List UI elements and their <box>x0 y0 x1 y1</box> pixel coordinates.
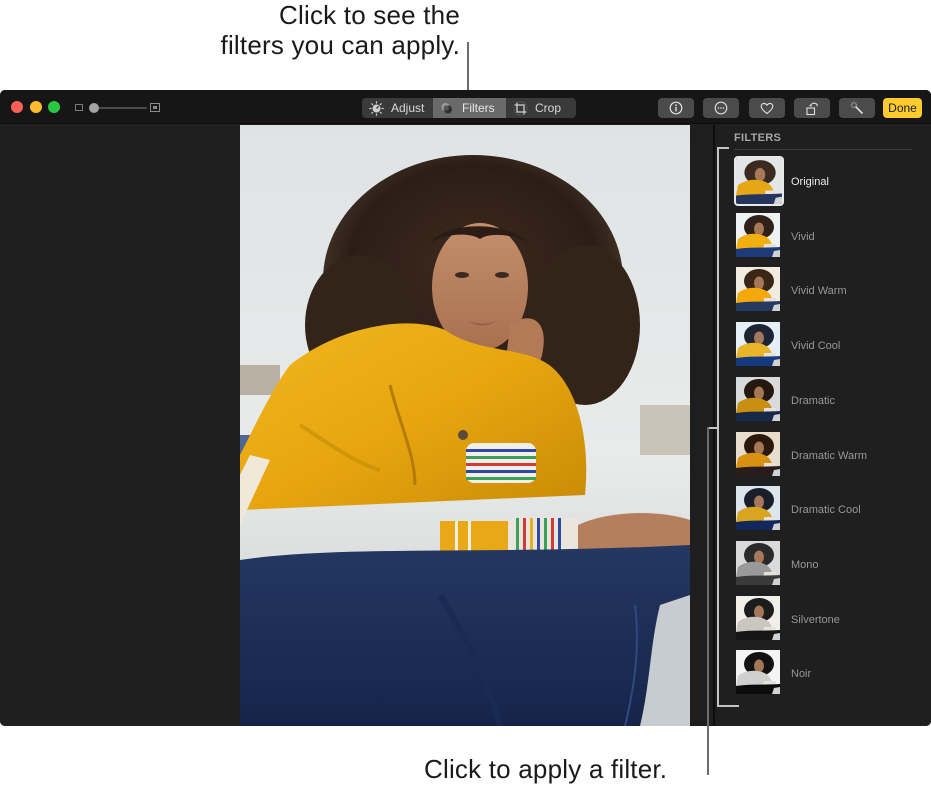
filter-option-label: Dramatic Warm <box>791 449 867 462</box>
filter-thumbnail <box>736 267 780 312</box>
callout-apply-filter: Click to apply a filter. <box>424 754 668 784</box>
rotate-icon <box>806 102 818 115</box>
photo-canvas <box>0 125 690 726</box>
edit-mode-segmented-control: Adjust Filters Crop <box>362 98 576 118</box>
filter-option-label: Vivid <box>791 230 815 243</box>
filter-thumbnail <box>736 486 780 531</box>
callout-top-line-1: Click to see the <box>279 0 460 30</box>
filter-option-label: Dramatic <box>791 394 836 407</box>
photos-edit-window: Adjust Filters Crop Done FILTERS Origina… <box>0 90 931 726</box>
info-button[interactable] <box>658 98 694 118</box>
tab-adjust[interactable]: Adjust <box>362 98 433 118</box>
filters-sidebar: FILTERS Original Vivid Vivid Warm Vivid Coo… <box>715 125 931 726</box>
filter-option-label: Vivid Cool <box>791 340 841 353</box>
filter-option-original[interactable]: Original <box>734 156 914 208</box>
toolbar: Adjust Filters Crop Done <box>0 90 931 124</box>
filter-option-label: Vivid Warm <box>791 285 847 298</box>
info-icon <box>669 101 683 115</box>
favorite-button[interactable] <box>749 98 785 118</box>
more-options-button[interactable] <box>703 98 739 118</box>
minimize-window-button[interactable] <box>30 101 42 113</box>
callout-leader-bottom <box>707 427 709 775</box>
filter-option-vivid-cool[interactable]: Vivid Cool <box>734 322 914 372</box>
rotate-button[interactable] <box>794 98 830 118</box>
filter-option-vivid-warm[interactable]: Vivid Warm <box>734 267 914 317</box>
filter-thumbnail <box>736 595 780 640</box>
tab-crop[interactable]: Crop <box>506 98 576 118</box>
zoom-in-photo-icon <box>150 103 160 112</box>
filter-option-silvertone[interactable]: Silvertone <box>734 595 914 646</box>
filter-option-dramatic-cool[interactable]: Dramatic Cool <box>734 486 914 536</box>
filter-thumbnail <box>736 376 780 421</box>
filter-option-label: Original <box>791 176 829 188</box>
filter-option-label: Silvertone <box>791 613 840 626</box>
filter-option-dramatic-warm[interactable]: Dramatic Warm <box>734 431 914 482</box>
edited-photo <box>240 125 690 726</box>
photo-zoom-slider[interactable] <box>89 102 147 113</box>
filter-thumbnail <box>736 650 780 695</box>
filter-option-dramatic[interactable]: Dramatic <box>734 376 914 427</box>
zoom-slider-track <box>93 107 147 109</box>
zoom-out-photo-icon <box>75 104 83 111</box>
filters-panel-title: FILTERS <box>734 132 782 144</box>
callout-bracket-bottom <box>717 705 739 707</box>
tab-filters-label: Filters <box>462 101 495 115</box>
filter-thumbnail <box>736 322 780 367</box>
callout-filters-button: Click to see the filters you can apply. <box>140 0 460 60</box>
zoom-window-button[interactable] <box>48 101 60 113</box>
tab-adjust-label: Adjust <box>391 101 425 115</box>
filter-option-mono[interactable]: Mono <box>734 540 914 591</box>
adjust-dial-icon <box>369 100 384 116</box>
filter-thumbnail <box>734 156 784 206</box>
filter-thumbnail <box>736 540 780 585</box>
done-button[interactable]: Done <box>883 98 922 118</box>
ellipsis-icon <box>714 101 728 115</box>
magic-wand-icon <box>850 101 864 115</box>
filter-option-label: Dramatic Cool <box>791 504 861 517</box>
heart-icon <box>760 102 774 114</box>
callout-top-line-2: filters you can apply. <box>220 30 460 60</box>
auto-enhance-button[interactable] <box>839 98 875 118</box>
filter-thumbnail <box>736 431 780 476</box>
zoom-slider-knob[interactable] <box>89 103 99 113</box>
tab-crop-label: Crop <box>535 101 562 115</box>
filters-circles-icon <box>440 101 455 116</box>
sidebar-gutter <box>690 125 714 726</box>
filters-panel-divider <box>734 149 912 150</box>
tab-filters[interactable]: Filters <box>433 98 506 118</box>
filter-option-vivid[interactable]: Vivid <box>734 212 914 263</box>
filter-option-label: Noir <box>791 668 812 681</box>
close-window-button[interactable] <box>11 101 23 113</box>
filter-option-noir[interactable]: Noir <box>734 650 914 700</box>
crop-icon <box>513 101 528 116</box>
filter-option-label: Mono <box>791 558 819 571</box>
filter-thumbnail <box>736 212 780 257</box>
